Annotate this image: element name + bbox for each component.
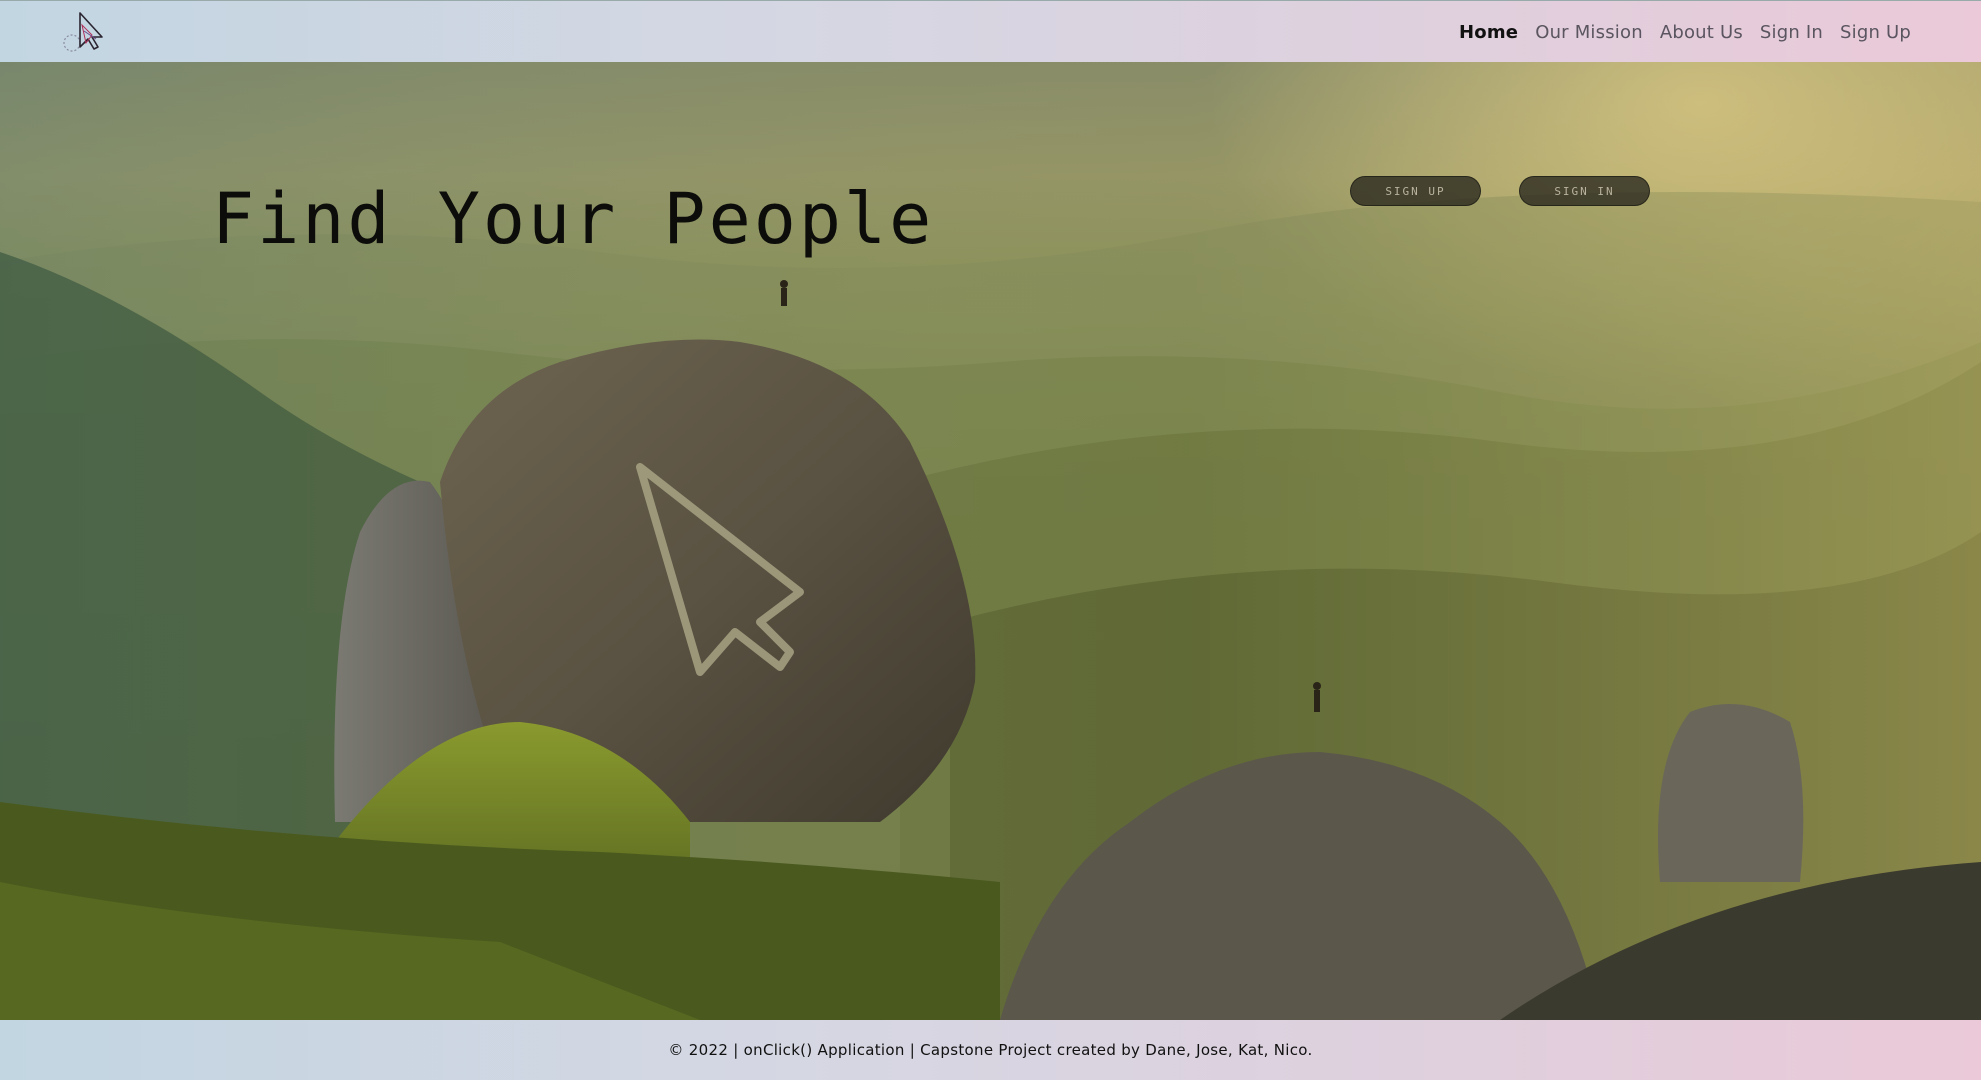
main-nav: Home Our Mission About Us Sign In Sign U… (1459, 1, 1911, 63)
footer-copyright-text: © 2022 | onClick() Application | Capston… (668, 1041, 1313, 1059)
nav-sign-up-link[interactable]: Sign Up (1840, 22, 1911, 43)
nav-our-mission-link[interactable]: Our Mission (1535, 22, 1643, 43)
logo-cursor-pointer-icon[interactable] (58, 9, 108, 55)
nav-about-us-link[interactable]: About Us (1660, 22, 1743, 43)
hero-sign-up-button[interactable]: SIGN UP (1350, 176, 1481, 206)
navbar: Home Our Mission About Us Sign In Sign U… (0, 0, 1981, 62)
hero-title: Find Your People (212, 178, 935, 260)
nav-home-link[interactable]: Home (1459, 22, 1518, 43)
footer: © 2022 | onClick() Application | Capston… (0, 1020, 1981, 1080)
hero-sign-in-button[interactable]: SIGN IN (1519, 176, 1650, 206)
hero-section: Find Your People SIGN UP SIGN IN (0, 62, 1981, 1020)
nav-sign-in-link[interactable]: Sign In (1760, 22, 1823, 43)
